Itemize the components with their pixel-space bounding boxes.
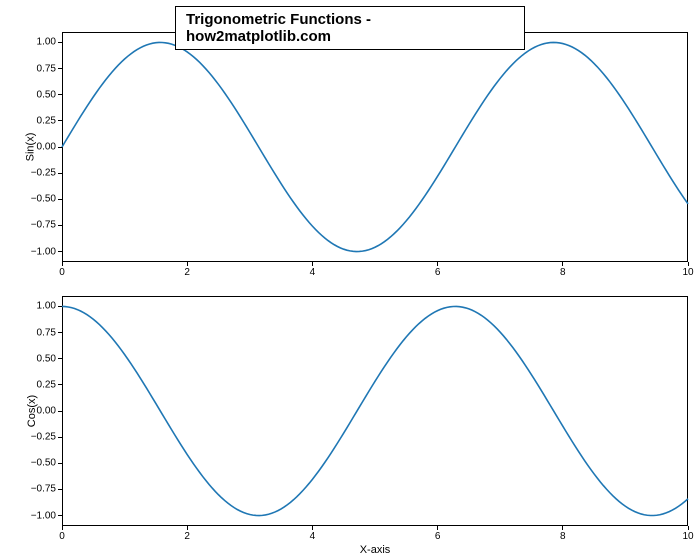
ylabel-sin: Sin(x) xyxy=(24,133,36,162)
x-tick-label: 8 xyxy=(560,262,566,278)
x-tick-label: 0 xyxy=(59,262,65,278)
figure: Trigonometric Functions - how2matplotlib… xyxy=(0,0,700,560)
figure-title: Trigonometric Functions - how2matplotlib… xyxy=(175,6,525,50)
line-plot-sin xyxy=(62,32,688,262)
y-tick-mark xyxy=(58,515,62,516)
subplot-cos: Cos(x) X-axis −1.00−0.75−0.50−0.250.000.… xyxy=(62,296,688,526)
y-tick-mark xyxy=(58,384,62,385)
y-tick-mark xyxy=(58,306,62,307)
y-tick-mark xyxy=(58,68,62,69)
y-tick-mark xyxy=(58,94,62,95)
y-tick-mark xyxy=(58,120,62,121)
sin-line xyxy=(62,42,688,251)
x-tick-label: 10 xyxy=(682,526,693,542)
x-tick-label: 10 xyxy=(682,262,693,278)
y-tick-mark xyxy=(58,358,62,359)
xlabel: X-axis xyxy=(360,544,391,556)
y-tick-mark xyxy=(58,489,62,490)
y-tick-mark xyxy=(58,199,62,200)
subplot-sin: Sin(x) −1.00−0.75−0.50−0.250.000.250.500… xyxy=(62,32,688,262)
y-tick-mark xyxy=(58,437,62,438)
x-tick-label: 2 xyxy=(184,526,190,542)
y-tick-mark xyxy=(58,147,62,148)
x-tick-label: 4 xyxy=(310,526,316,542)
cos-line xyxy=(62,306,688,515)
y-tick-mark xyxy=(58,332,62,333)
x-tick-label: 4 xyxy=(310,262,316,278)
x-tick-label: 8 xyxy=(560,526,566,542)
y-tick-mark xyxy=(58,173,62,174)
x-tick-label: 2 xyxy=(184,262,190,278)
x-tick-label: 6 xyxy=(435,526,441,542)
y-tick-mark xyxy=(58,42,62,43)
y-tick-mark xyxy=(58,225,62,226)
x-tick-label: 6 xyxy=(435,262,441,278)
line-plot-cos xyxy=(62,296,688,526)
y-tick-mark xyxy=(58,411,62,412)
y-tick-mark xyxy=(58,463,62,464)
x-tick-label: 0 xyxy=(59,526,65,542)
y-tick-mark xyxy=(58,251,62,252)
